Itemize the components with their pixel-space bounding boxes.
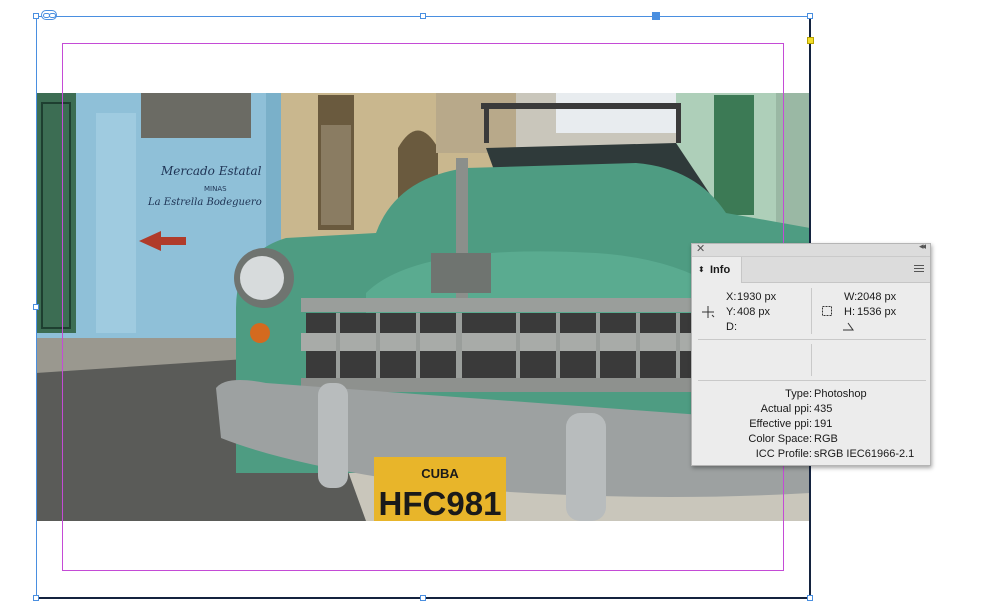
icc-profile-label: ICC Profile:: [755, 448, 812, 460]
h-value: 1536 px: [857, 306, 897, 318]
w-value: 2048 px: [857, 291, 897, 303]
content-grabber-handle[interactable]: [652, 12, 660, 20]
crosshair-icon: [702, 306, 715, 318]
color-space-label: Color Space:: [748, 433, 812, 445]
y-label: Y:: [726, 306, 736, 318]
updown-arrows-icon: ⬍: [698, 265, 705, 274]
divider: [698, 380, 926, 381]
divider: [811, 344, 812, 376]
handle-bottom-center[interactable]: [420, 595, 426, 601]
info-panel: ✕ ◂◂ ⬍ Info X: 1930 px Y: 408 px D: W: 2…: [691, 241, 931, 466]
effective-ppi-label: Effective ppi:: [749, 418, 812, 430]
handle-top-left[interactable]: [33, 13, 39, 19]
w-label: W:: [844, 291, 858, 303]
handle-top-center[interactable]: [420, 13, 426, 19]
type-value: Photoshop: [814, 388, 867, 400]
icc-profile-value: sRGB IEC61966-2.1: [814, 448, 915, 460]
divider: [811, 288, 812, 334]
color-space-value: RGB: [814, 433, 838, 445]
y-value: 408 px: [737, 306, 771, 318]
document-canvas: CUBA HFC981 Mercado Estatal MINAS La Est…: [0, 0, 991, 615]
bounding-box-icon: [822, 306, 832, 316]
divider: [698, 339, 926, 340]
x-label: X:: [726, 291, 737, 303]
effective-ppi-value: 191: [814, 418, 833, 430]
panel-titlebar: ✕ ◂◂: [692, 241, 930, 257]
actual-ppi-label: Actual ppi:: [760, 403, 812, 415]
tab-info-label: Info: [710, 264, 731, 276]
link-icon[interactable]: [41, 10, 57, 20]
d-label: D:: [726, 321, 737, 333]
handle-bottom-right[interactable]: [807, 595, 813, 601]
panel-tab-row: ⬍ Info: [692, 257, 930, 283]
tab-info[interactable]: ⬍ Info: [692, 257, 742, 283]
h-label: H:: [844, 306, 855, 318]
panel-menu-icon[interactable]: [914, 265, 924, 274]
corner-options-handle[interactable]: [807, 37, 814, 44]
x-value: 1930 px: [737, 291, 777, 303]
actual-ppi-value: 435: [814, 403, 833, 415]
handle-bottom-left[interactable]: [33, 595, 39, 601]
angle-icon: [843, 322, 854, 331]
collapse-icon[interactable]: ◂◂: [919, 241, 926, 252]
handle-top-right[interactable]: [807, 13, 813, 19]
handle-middle-left[interactable]: [33, 304, 39, 310]
close-icon[interactable]: ✕: [696, 242, 705, 255]
type-label: Type:: [785, 388, 812, 400]
